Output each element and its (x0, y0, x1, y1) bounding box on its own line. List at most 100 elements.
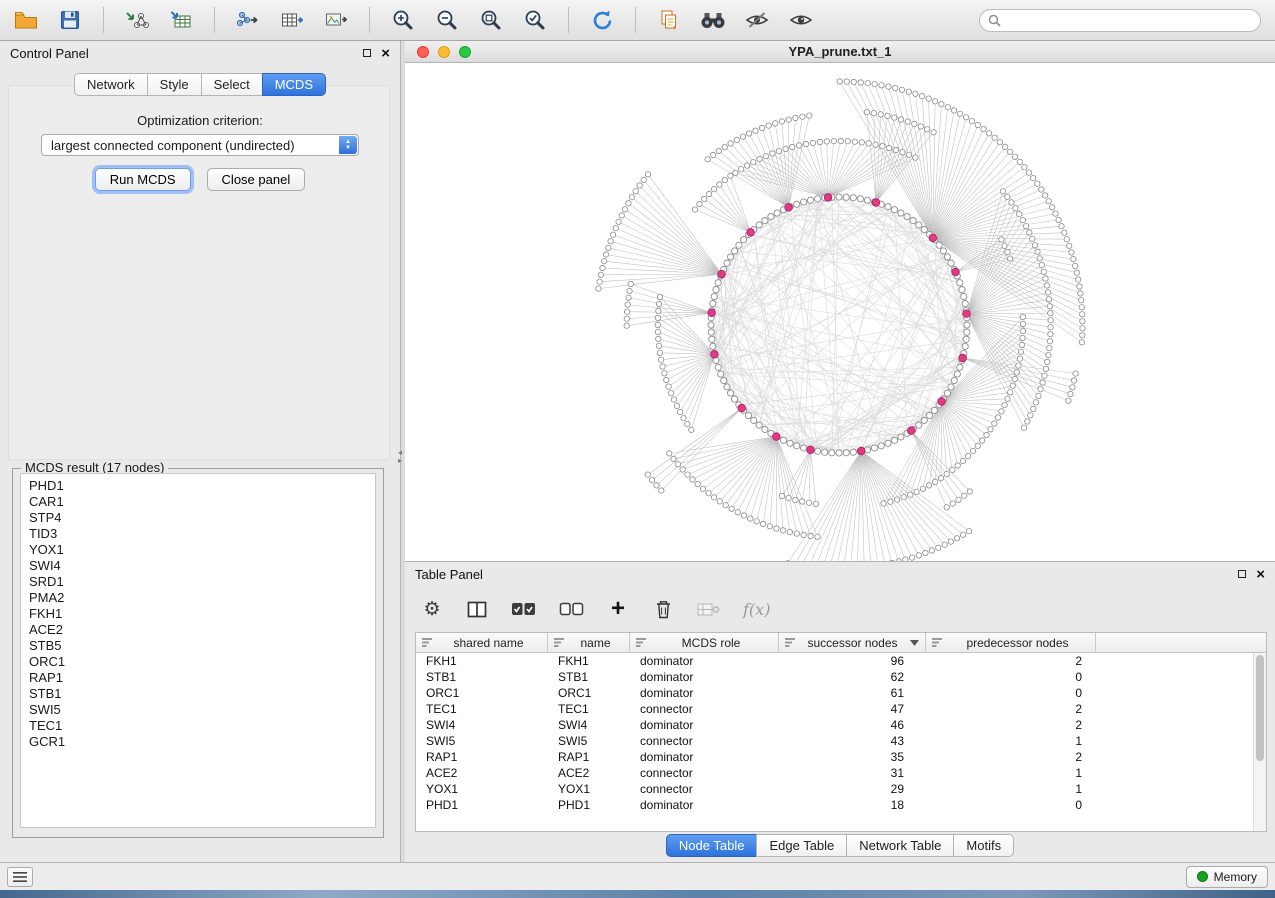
mcds-result-item[interactable]: PHD1 (29, 478, 375, 494)
select-all-icon (511, 602, 536, 616)
mcds-result-item[interactable]: TID3 (29, 526, 375, 542)
scrollbar-thumb[interactable] (1256, 655, 1264, 761)
mcds-result-item[interactable]: ACE2 (29, 622, 375, 638)
tab-style[interactable]: Style (147, 73, 202, 96)
table-row[interactable]: PHD1PHD1dominator180 (416, 797, 1266, 813)
table-row[interactable]: FKH1FKH1dominator962 (416, 653, 1266, 669)
cell-successor-nodes: 61 (779, 685, 926, 701)
search-field[interactable] (979, 9, 1261, 32)
settings-gear-button[interactable]: ⚙ (421, 600, 443, 619)
deselect-all-button[interactable] (559, 602, 584, 616)
column-header-successor-nodes[interactable]: successor nodes (779, 633, 926, 653)
select-all-button[interactable] (511, 602, 536, 616)
search-input[interactable] (1006, 13, 1252, 27)
float-table-panel-icon[interactable] (1238, 570, 1246, 578)
close-panel-button[interactable]: Close panel (207, 168, 306, 191)
network-canvas[interactable] (405, 63, 1275, 561)
mcds-result-item[interactable]: SRD1 (29, 574, 375, 590)
table-row[interactable]: ACE2ACE2connector311 (416, 765, 1266, 781)
optimization-criterion-label: Optimization criterion: (0, 113, 400, 128)
import-network-button[interactable] (121, 5, 153, 35)
window-maximize-icon[interactable] (459, 46, 471, 58)
column-header-name[interactable]: name (548, 633, 630, 653)
table-row[interactable]: ORC1ORC1dominator610 (416, 685, 1266, 701)
column-header-shared-name[interactable]: shared name (416, 633, 548, 653)
column-header-MCDS-role[interactable]: MCDS role (630, 633, 779, 653)
tab-mcds[interactable]: MCDS (262, 73, 326, 96)
tab-network[interactable]: Network (74, 73, 148, 96)
table-row[interactable]: SWI4SWI4dominator462 (416, 717, 1266, 733)
mcds-result-item[interactable]: SWI4 (29, 558, 375, 574)
table-row[interactable]: TEC1TEC1connector472 (416, 701, 1266, 717)
mcds-result-item[interactable]: YOX1 (29, 542, 375, 558)
table-scrollbar[interactable] (1253, 653, 1266, 831)
export-network-button[interactable] (232, 5, 264, 35)
zoom-out-icon (436, 9, 458, 31)
table-tab-edge-table[interactable]: Edge Table (756, 834, 847, 857)
table-row[interactable]: SWI5SWI5connector431 (416, 733, 1266, 749)
mcds-result-item[interactable]: STP4 (29, 510, 375, 526)
show-annotations-button[interactable] (785, 5, 817, 35)
mcds-result-item[interactable]: SWI5 (29, 702, 375, 718)
import-table-button[interactable] (165, 5, 197, 35)
zoom-out-button[interactable] (431, 5, 463, 35)
mcds-result-list[interactable]: PHD1CAR1STP4TID3YOX1SWI4SRD1PMA2FKH1ACE2… (20, 473, 376, 828)
table-row[interactable]: YOX1YOX1connector291 (416, 781, 1266, 797)
zoom-in-button[interactable] (387, 5, 419, 35)
export-image-button[interactable] (320, 5, 352, 35)
control-panel-header: Control Panel × (0, 41, 400, 65)
mcds-result-item[interactable]: TEC1 (29, 718, 375, 734)
clear-table-button[interactable] (697, 602, 720, 617)
column-sort-icon (422, 638, 432, 647)
add-row-button[interactable]: + (607, 599, 629, 618)
table-tab-motifs[interactable]: Motifs (953, 834, 1014, 857)
task-history-button[interactable] (7, 867, 33, 887)
function-builder-button[interactable]: f(x) (743, 600, 770, 619)
mcds-result-item[interactable]: CAR1 (29, 494, 375, 510)
table-row[interactable]: STB1STB1dominator620 (416, 669, 1266, 685)
toolbar-separator (369, 7, 370, 33)
refresh-button[interactable] (586, 5, 618, 35)
sort-direction-icon (910, 640, 919, 646)
network-window-titlebar[interactable]: YPA_prune.txt_1 (405, 41, 1275, 63)
zoom-fit-icon (480, 9, 502, 31)
run-mcds-button[interactable]: Run MCDS (95, 168, 191, 191)
mcds-result-item[interactable]: RAP1 (29, 670, 375, 686)
splitter-collapse-icons[interactable]: ◂▸ (398, 449, 402, 465)
table-tab-node-table[interactable]: Node Table (666, 834, 758, 857)
table-row[interactable]: RAP1RAP1dominator352 (416, 749, 1266, 765)
mcds-result-item[interactable]: ORC1 (29, 654, 375, 670)
column-header-predecessor-nodes[interactable]: predecessor nodes (926, 633, 1096, 653)
graphics-details-button[interactable] (741, 5, 773, 35)
cell-MCDS-role: dominator (630, 669, 779, 685)
optimization-criterion-select[interactable]: largest connected component (undirected)… (41, 134, 359, 156)
tab-select[interactable]: Select (201, 73, 263, 96)
cell-successor-nodes: 31 (779, 765, 926, 781)
clone-document-button[interactable] (653, 5, 685, 35)
save-button[interactable] (54, 5, 86, 35)
network-graph[interactable] (405, 63, 1275, 561)
mcds-result-item[interactable]: GCR1 (29, 734, 375, 750)
column-sort-icon (636, 638, 646, 647)
close-table-panel-icon[interactable]: × (1256, 567, 1265, 582)
mcds-result-item[interactable]: PMA2 (29, 590, 375, 606)
open-file-button[interactable] (10, 5, 42, 35)
cell-MCDS-role: dominator (630, 749, 779, 765)
float-panel-icon[interactable] (363, 49, 371, 57)
cell-MCDS-role: dominator (630, 797, 779, 813)
memory-button[interactable]: Memory (1186, 866, 1268, 888)
zoom-selected-button[interactable] (519, 5, 551, 35)
zoom-fit-button[interactable] (475, 5, 507, 35)
mcds-result-item[interactable]: FKH1 (29, 606, 375, 622)
export-table-button[interactable] (276, 5, 308, 35)
window-minimize-icon[interactable] (438, 46, 450, 58)
delete-row-button[interactable] (652, 599, 674, 619)
export-image-icon (325, 10, 348, 30)
table-tab-network-table[interactable]: Network Table (846, 834, 954, 857)
column-visibility-button[interactable] (466, 601, 488, 618)
close-panel-icon[interactable]: × (381, 46, 390, 61)
search-binoculars-button[interactable] (697, 5, 729, 35)
mcds-result-item[interactable]: STB5 (29, 638, 375, 654)
window-close-icon[interactable] (417, 46, 429, 58)
mcds-result-item[interactable]: STB1 (29, 686, 375, 702)
